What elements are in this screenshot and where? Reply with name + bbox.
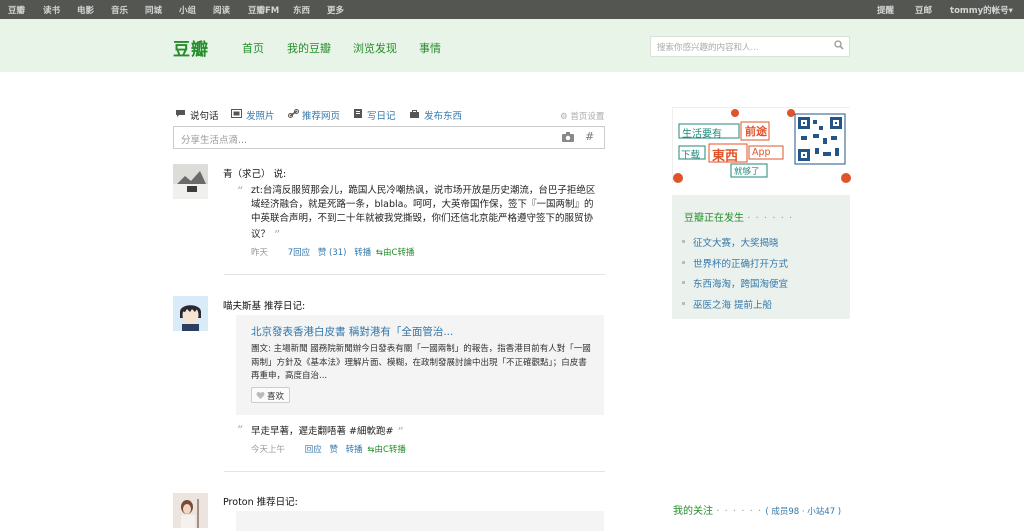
my-follows-header: 我的关注 · · · · · · ( 成员98 · 小站47 ) (673, 502, 841, 517)
global-nav-dongxi[interactable]: 东西 (293, 4, 310, 16)
tool-say[interactable]: 说句话 (190, 108, 219, 122)
tool-recommend-link[interactable]: 推荐网页 (302, 108, 340, 122)
status-text: zt:台湾反服贸那会儿，跪国人民冷嘲热讽，说市场开放是历史潮流，台巴子拒绝区域经… (251, 184, 597, 242)
global-nav-location[interactable]: 同城 (145, 4, 162, 16)
account-menu[interactable]: tommy的帐号▾ (950, 4, 1013, 16)
close-quote-icon: ” (274, 228, 281, 242)
happening-title-text: 豆瓣正在发生 (684, 213, 744, 224)
global-nav-mail[interactable]: 豆邮 (915, 4, 932, 16)
douban-happening-box: 豆瓣正在发生 · · · · · · 征文大赛，大奖揭晓 世界杯的正确打开方式 … (672, 195, 850, 319)
happening-item[interactable]: 巫医之海 提前上船 (682, 297, 788, 318)
follows-title: 我的关注 (673, 506, 713, 517)
like-link[interactable]: 赞 (31) (318, 248, 347, 258)
global-nav-fm[interactable]: 豆瓣FM (248, 4, 279, 16)
global-nav-douban[interactable]: 豆瓣 (8, 4, 25, 16)
reshared-by[interactable]: 由C转播 (383, 248, 414, 258)
nav-home[interactable]: 首页 (242, 40, 264, 56)
share-link[interactable]: 转播 (346, 445, 363, 455)
open-quote-icon: “ (237, 184, 244, 198)
follows-counts[interactable]: ( 成员98 · 小站47 ) (765, 507, 841, 517)
camera-icon[interactable] (562, 132, 574, 142)
post-time[interactable]: 今天上午 (251, 445, 285, 455)
happening-item[interactable]: 东西海淘，跨国淘便宜 (682, 276, 788, 297)
global-nav-movie[interactable]: 电影 (77, 4, 94, 16)
tool-publish-dongxi[interactable]: 发布东西 (424, 108, 462, 122)
recommended-article-card (236, 511, 604, 531)
reshare-icon: ⇆ (375, 248, 384, 258)
feed-user[interactable]: 青（求己） 说: (223, 166, 286, 180)
global-nav-notifications[interactable]: 提醒 (877, 4, 894, 16)
ad-text-1: 生活要有 (682, 129, 722, 140)
home-settings-link[interactable]: ⚙ 首页设置 (560, 110, 604, 122)
ad-text-2: 下载 (681, 150, 701, 161)
comment-text: 早走早著，遲走翻唔著 #細軟跑#” (251, 423, 597, 439)
ad-brand: 東西 (712, 149, 739, 164)
nav-my-douban[interactable]: 我的豆瓣 (287, 40, 331, 56)
like-button[interactable]: 喜欢 (251, 387, 290, 403)
happening-item[interactable]: 世界杯的正确打开方式 (682, 256, 788, 277)
global-nav-group[interactable]: 小组 (179, 4, 196, 16)
global-nav-book[interactable]: 读书 (43, 4, 60, 16)
feed-user[interactable]: 喵夫斯基 推荐日记: (223, 298, 305, 312)
diary-icon (354, 109, 362, 118)
dongxi-app-ad-banner[interactable]: 生活要有 前途 下载 東西 App 就够了 (672, 107, 851, 184)
open-quote-icon: “ (237, 423, 244, 437)
follows-title-dots: · · · · · · (716, 506, 763, 517)
ad-text-3: 就够了 (734, 167, 760, 177)
site-header (0, 19, 1024, 72)
status-input[interactable]: 分享生活点滴... # (173, 126, 605, 149)
comment-text-body: 早走早著，遲走翻唔著 #細軟跑# (251, 426, 394, 437)
feed-meta: 昨天 7回应 赞 (31) 转播 ⇆由C转播 (251, 246, 414, 258)
happening-list: 征文大赛，大奖揭晓 世界杯的正确打开方式 东西海淘，跨国淘便宜 巫医之海 提前上… (682, 235, 788, 317)
happening-title-dots: · · · · · · (747, 213, 794, 224)
search-icon[interactable] (834, 40, 844, 50)
feed-divider (224, 471, 605, 472)
ad-text-1b: 前途 (745, 125, 767, 138)
feed-meta: 今天上午 回应 赞 转播 ⇆由C转播 (251, 443, 406, 455)
hashtag-button[interactable]: # (585, 130, 594, 143)
global-nav-music[interactable]: 音乐 (111, 4, 128, 16)
nav-events[interactable]: 事情 (419, 40, 441, 56)
article-title-link[interactable]: 北京發表香港白皮書 稱對港有「全面管治... (251, 324, 453, 339)
link-icon (288, 109, 299, 118)
search-placeholder: 搜索你感兴趣的内容和人... (657, 43, 759, 53)
share-link[interactable]: 转播 (354, 248, 371, 258)
happening-item[interactable]: 征文大赛，大奖揭晓 (682, 235, 788, 256)
like-button-label: 喜欢 (267, 392, 285, 402)
photo-icon (231, 109, 242, 118)
home-settings-label: 首页设置 (570, 112, 605, 122)
status-text-body: zt:台湾反服贸那会儿，跪国人民冷嘲热讽，说市场开放是历史潮流，台巴子拒绝区域经… (251, 185, 596, 240)
post-time[interactable]: 昨天 (251, 248, 268, 258)
reshare-icon: ⇆ (367, 445, 375, 455)
avatar[interactable] (173, 164, 208, 199)
feed-divider (224, 274, 605, 275)
heart-icon (256, 392, 265, 399)
reply-link[interactable]: 回应 (305, 445, 322, 455)
ad-decoration (673, 108, 851, 184)
tool-photo[interactable]: 发照片 (246, 108, 275, 122)
ad-app: App (752, 147, 771, 158)
bag-icon (410, 110, 419, 118)
search-input[interactable]: 搜索你感兴趣的内容和人... (650, 36, 850, 57)
recommended-article-card: 北京發表香港白皮書 稱對港有「全面管治... 團文: 主場新聞 國務院新聞辦今日… (236, 315, 604, 415)
global-nav-more[interactable]: 更多 (327, 4, 344, 16)
tool-diary[interactable]: 写日记 (367, 108, 396, 122)
like-link[interactable]: 赞 (329, 445, 338, 455)
nav-explore[interactable]: 浏览发现 (353, 40, 397, 56)
reply-link[interactable]: 7回应 (288, 248, 310, 258)
happening-title: 豆瓣正在发生 · · · · · · (684, 209, 793, 224)
status-placeholder: 分享生活点滴... (181, 135, 248, 146)
reshared-by[interactable]: 由C转播 (375, 445, 406, 455)
global-nav-read[interactable]: 阅读 (213, 4, 230, 16)
douban-logo[interactable]: 豆瓣 (173, 35, 209, 60)
close-quote-icon: ” (397, 425, 404, 439)
global-nav-bar: 豆瓣 读书 电影 音乐 同城 小组 阅读 豆瓣FM 东西 更多 提醒 豆邮 to… (0, 0, 1024, 19)
feed-user[interactable]: Proton 推荐日记: (223, 494, 298, 508)
avatar[interactable] (173, 296, 208, 331)
article-abstract: 團文: 主場新聞 國務院新聞辦今日發表有關「一國兩制」的報告，指香港目前有人對「… (251, 344, 591, 381)
speech-bubble-icon (176, 110, 185, 117)
